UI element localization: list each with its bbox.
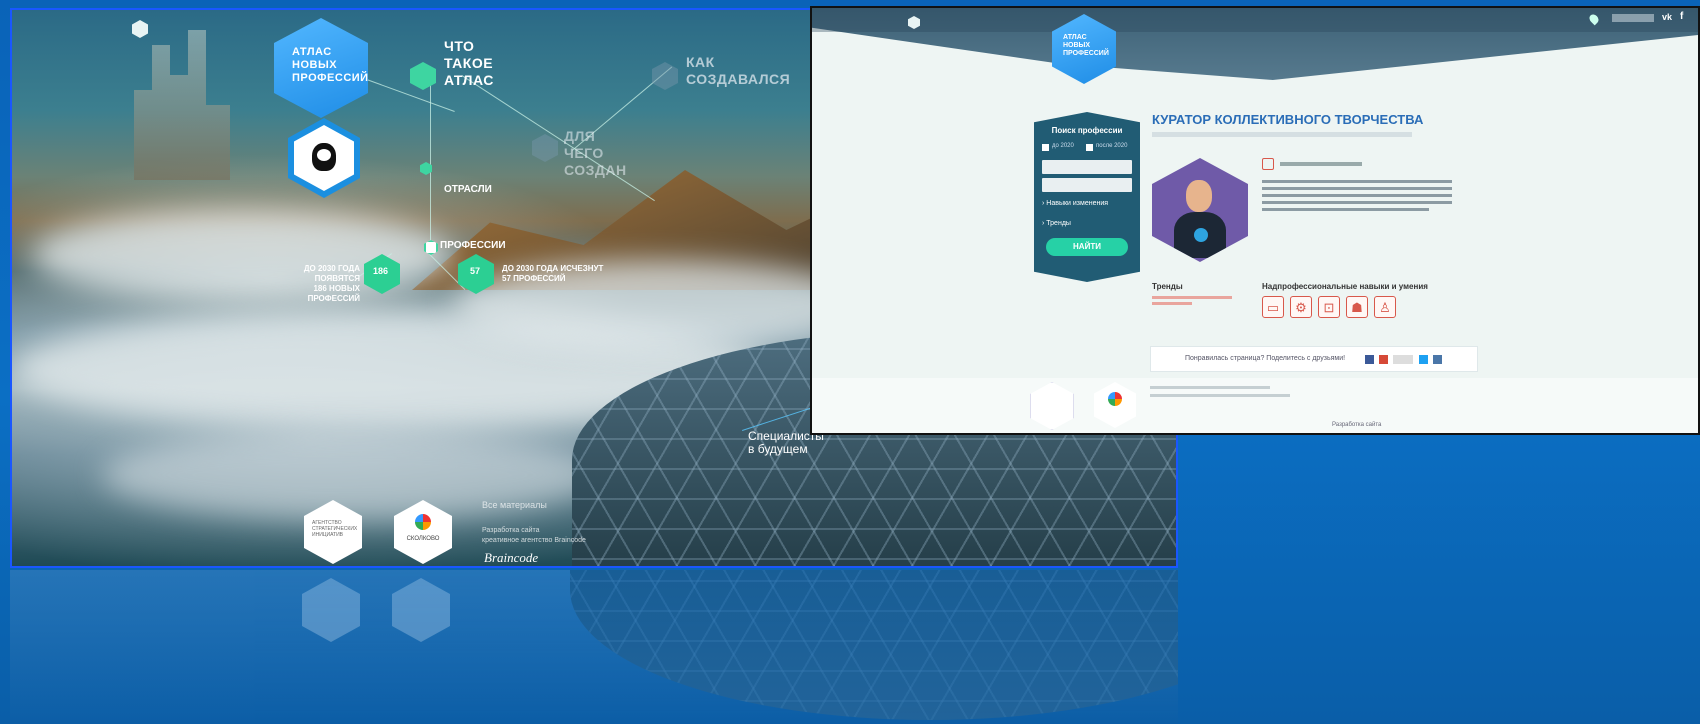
footer-dev-link[interactable]: Разработка сайта: [1332, 422, 1381, 428]
search-icon[interactable]: [652, 62, 678, 90]
share-counter: [1393, 355, 1413, 364]
right-screenshot: vk f АТЛАС НОВЫХ ПРОФЕССИЙ Поиск професс…: [810, 6, 1700, 435]
stat-gone-caption: ДО 2030 ГОДА ИСЧЕЗНУТ 57 ПРОФЕССИЙ: [502, 264, 604, 283]
location-text[interactable]: [1612, 14, 1654, 22]
city-skyline: [134, 30, 230, 180]
atlas-logo[interactable]: АТЛАС НОВЫХ ПРОФЕССИЙ: [274, 18, 368, 118]
partner-skolkovo-text: СКОЛКОВО: [406, 536, 440, 542]
stat-gone-value: 57: [470, 266, 481, 276]
target-icon[interactable]: [532, 134, 558, 162]
checkbox-label: после 2020: [1096, 143, 1128, 149]
facebook-share-icon[interactable]: [1365, 355, 1374, 364]
book-icon[interactable]: [410, 62, 436, 90]
find-button[interactable]: НАЙТИ: [1046, 238, 1128, 256]
skill-icon-1[interactable]: ▭: [1262, 296, 1284, 318]
profession-select[interactable]: [1042, 178, 1132, 192]
developer-credit[interactable]: Разработка сайта креативное агентство Br…: [482, 526, 586, 546]
skill-icon-3[interactable]: ⊡: [1318, 296, 1340, 318]
menu-icon[interactable]: [132, 20, 148, 38]
trends-label: Тренды: [1046, 220, 1071, 227]
skill-icon-2[interactable]: ⚙: [1290, 296, 1312, 318]
trends-link[interactable]: › Тренды: [1042, 220, 1071, 227]
skills-title: Надпрофессиональные навыки и умения: [1262, 282, 1428, 291]
checkbox-after-2020[interactable]: [1086, 144, 1093, 151]
profession-type-text: [1280, 162, 1362, 166]
search-title: Поиск профессии: [1051, 126, 1123, 135]
page-title: КУРАТОР КОЛЛЕКТИВНОГО ТВОРЧЕСТВА: [1152, 112, 1424, 127]
stat-new-value: 186: [373, 266, 389, 276]
nav-how-created[interactable]: КАК СОЗДАВАЛСЯ: [686, 54, 790, 88]
profession-avatar: [1152, 158, 1248, 262]
nav-professions[interactable]: ПРОФЕССИИ: [440, 240, 506, 252]
wwf-logo: [294, 125, 354, 191]
search-panel: Поиск профессии до 2020 после 2020 › Нав…: [1034, 112, 1140, 282]
panda-face: [317, 149, 331, 161]
reflection-partner-logo: [302, 578, 360, 642]
checkbox-label: до 2020: [1052, 143, 1074, 149]
braincode-logo[interactable]: Braincode: [484, 550, 538, 566]
profession-type-icon: [1262, 158, 1274, 170]
facebook-icon[interactable]: f: [1680, 11, 1683, 22]
logo-title: АТЛАС НОВЫХ ПРОФЕССИЙ: [292, 46, 369, 84]
skills-changes-label: Навыки изменения: [1046, 200, 1109, 207]
network-node-icon: [1194, 228, 1208, 242]
reflection-partner-logo: [392, 578, 450, 642]
profession-description: [1262, 180, 1452, 211]
breadcrumb[interactable]: [1152, 132, 1412, 137]
nav-for-what-created[interactable]: ДЛЯ ЧЕГО СОЗДАН: [564, 128, 627, 179]
skolkovo-icon: [415, 514, 431, 530]
industry-select[interactable]: [1042, 160, 1132, 174]
skill-icon-4[interactable]: ☗: [1346, 296, 1368, 318]
partner-asi-text: АГЕНТСТВО СТРАТЕГИЧЕСКИХ ИНИЦИАТИВ: [312, 520, 358, 538]
googleplus-share-icon[interactable]: [1379, 355, 1388, 364]
checkbox-before-2020[interactable]: [1042, 144, 1049, 151]
vk-share-icon[interactable]: [1433, 355, 1442, 364]
trend-item[interactable]: [1152, 296, 1232, 299]
vk-icon[interactable]: vk: [1662, 12, 1672, 22]
skill-icon-5[interactable]: ♙: [1374, 296, 1396, 318]
stat-new-caption: ДО 2030 ГОДА ПОЯВЯТСЯ 186 НОВЫХ ПРОФЕССИ…: [303, 264, 360, 303]
nav-what-is-atlas[interactable]: ЧТО ТАКОЕ АТЛАС: [444, 38, 494, 89]
footer-text: [1150, 394, 1290, 397]
trends-title: Тренды: [1152, 282, 1183, 291]
footer-text: [1150, 386, 1270, 389]
share-text: Понравилась страница? Поделитесь с друзь…: [1185, 355, 1346, 362]
nav-industries[interactable]: ОТРАСЛИ: [444, 184, 492, 196]
skills-changes-link[interactable]: › Навыки изменения: [1042, 200, 1108, 207]
materials-text: Все материалы: [482, 500, 547, 510]
twitter-share-icon[interactable]: [1419, 355, 1428, 364]
reflection-dome: [570, 570, 1178, 720]
trend-item[interactable]: [1152, 302, 1192, 305]
logo-title: АТЛАС НОВЫХ ПРОФЕССИЙ: [1063, 34, 1109, 57]
wwf-logo-frame[interactable]: [288, 118, 360, 198]
top-bar: [812, 8, 1698, 32]
share-bar: Понравилась страница? Поделитесь с друзь…: [1150, 346, 1478, 372]
skolkovo-icon: [1108, 392, 1122, 406]
reflection: [10, 570, 1178, 724]
avatar-face: [1186, 180, 1212, 212]
